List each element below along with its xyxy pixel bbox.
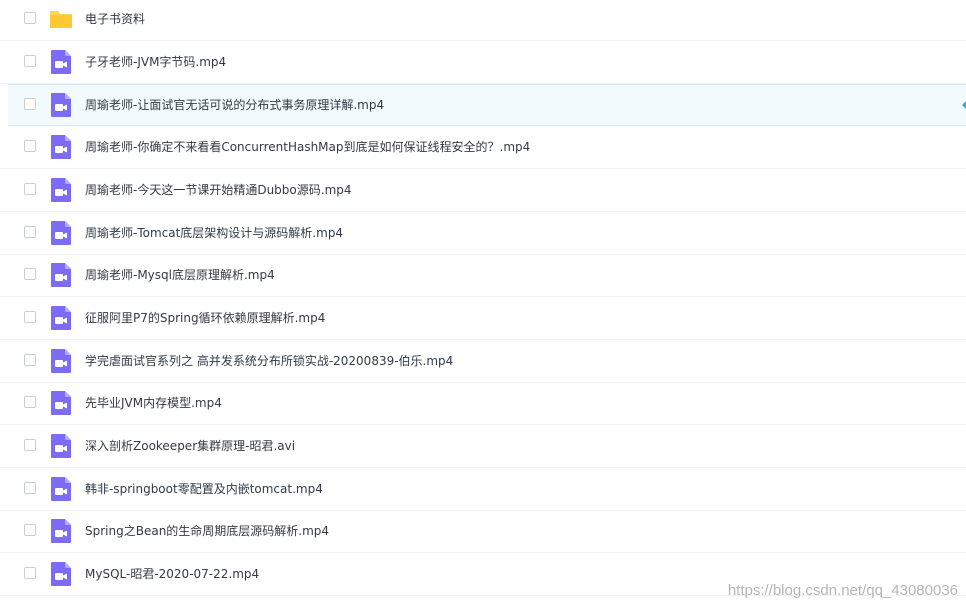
file-name[interactable]: 征服阿里P7的Spring循环依赖原理解析.mp4 bbox=[85, 310, 325, 326]
file-name[interactable]: 周瑜老师-Mysql底层原理解析.mp4 bbox=[85, 267, 275, 283]
row-checkbox[interactable] bbox=[24, 140, 36, 153]
file-row[interactable]: 深入剖析Zookeeper集群原理-昭君.avi bbox=[0, 426, 966, 468]
file-name[interactable]: 电子书资料 bbox=[85, 11, 145, 27]
video-file-icon bbox=[51, 135, 71, 160]
folder-icon bbox=[50, 11, 72, 28]
file-row[interactable]: 周瑜老师-Mysql底层原理解析.mp4 bbox=[0, 255, 966, 298]
file-row[interactable]: 周瑜老师-今天这一节课开始精通Dubbo源码.mp4 bbox=[0, 170, 966, 212]
watermark-text: https://blog.csdn.net/qq_43080036 bbox=[727, 582, 958, 599]
file-row[interactable]: 征服阿里P7的Spring循环依赖原理解析.mp4 bbox=[0, 298, 966, 340]
video-file-icon bbox=[51, 519, 71, 544]
row-checkbox[interactable] bbox=[24, 567, 36, 580]
video-file-icon bbox=[51, 348, 71, 373]
file-row[interactable]: 学完虐面试官系列之 高并发系统分布所锁实战-20200839-伯乐.mp4 bbox=[0, 341, 966, 383]
video-file-icon bbox=[51, 263, 71, 288]
file-row[interactable]: Spring之Bean的生命周期底层源码解析.mp4 bbox=[0, 511, 966, 554]
file-row[interactable]: 先毕业JVM内存模型.mp4 bbox=[0, 383, 966, 426]
video-file-icon bbox=[51, 562, 71, 587]
file-name[interactable]: 周瑜老师-今天这一节课开始精通Dubbo源码.mp4 bbox=[85, 182, 352, 198]
row-checkbox[interactable] bbox=[24, 524, 36, 537]
video-file-icon bbox=[51, 476, 71, 501]
file-row[interactable]: 电子书资料 bbox=[0, 0, 966, 41]
row-checkbox[interactable] bbox=[24, 98, 36, 111]
file-name[interactable]: 深入剖析Zookeeper集群原理-昭君.avi bbox=[85, 438, 295, 454]
row-checkbox[interactable] bbox=[24, 182, 36, 195]
row-checkbox[interactable] bbox=[24, 225, 36, 238]
file-name[interactable]: 韩非-springboot零配置及内嵌tomcat.mp4 bbox=[85, 481, 323, 497]
video-file-icon bbox=[51, 434, 71, 458]
row-checkbox[interactable] bbox=[24, 54, 36, 67]
file-name[interactable]: 周瑜老师-你确定不来看看ConcurrentHashMap到底是如何保证线程安全… bbox=[85, 139, 530, 155]
row-checkbox[interactable] bbox=[24, 353, 36, 366]
file-row[interactable]: 周瑜老师-你确定不来看看ConcurrentHashMap到底是如何保证线程安全… bbox=[0, 127, 966, 170]
row-checkbox[interactable] bbox=[24, 481, 36, 494]
file-row[interactable]: 周瑜老师-Tomcat底层架构设计与源码解析.mp4 bbox=[0, 213, 966, 255]
video-file-icon bbox=[51, 391, 71, 416]
video-file-icon bbox=[51, 93, 71, 118]
video-file-icon bbox=[51, 177, 71, 202]
file-name[interactable]: MySQL-昭君-2020-07-22.mp4 bbox=[85, 566, 259, 582]
file-row[interactable]: 韩非-springboot零配置及内嵌tomcat.mp4 bbox=[0, 469, 966, 511]
file-name[interactable]: 周瑜老师-Tomcat底层架构设计与源码解析.mp4 bbox=[85, 225, 343, 241]
row-checkbox[interactable] bbox=[24, 439, 36, 451]
file-row[interactable]: 子牙老师-JVM字节码.mp4 bbox=[0, 42, 966, 84]
file-name[interactable]: 先毕业JVM内存模型.mp4 bbox=[85, 395, 222, 411]
file-row-highlighted[interactable]: 周瑜老师-让面试官无话可说的分布式事务原理详解.mp4 bbox=[8, 84, 966, 127]
file-list: 电子书资料 子牙老师-JVM字节码.mp4 周瑜老师-让面试官无话可说的分布式事… bbox=[0, 0, 966, 607]
video-file-icon bbox=[51, 220, 71, 245]
file-name[interactable]: 周瑜老师-让面试官无话可说的分布式事务原理详解.mp4 bbox=[85, 97, 384, 113]
file-name[interactable]: Spring之Bean的生命周期底层源码解析.mp4 bbox=[85, 523, 329, 539]
file-name[interactable]: 子牙老师-JVM字节码.mp4 bbox=[85, 54, 226, 70]
video-file-icon bbox=[51, 49, 71, 74]
row-checkbox[interactable] bbox=[24, 268, 36, 281]
row-checkbox[interactable] bbox=[24, 310, 36, 323]
file-name[interactable]: 学完虐面试官系列之 高并发系统分布所锁实战-20200839-伯乐.mp4 bbox=[85, 353, 453, 369]
row-checkbox[interactable] bbox=[24, 396, 36, 409]
share-icon[interactable] bbox=[962, 99, 966, 113]
video-file-icon bbox=[51, 305, 71, 330]
row-checkbox[interactable] bbox=[24, 12, 36, 24]
